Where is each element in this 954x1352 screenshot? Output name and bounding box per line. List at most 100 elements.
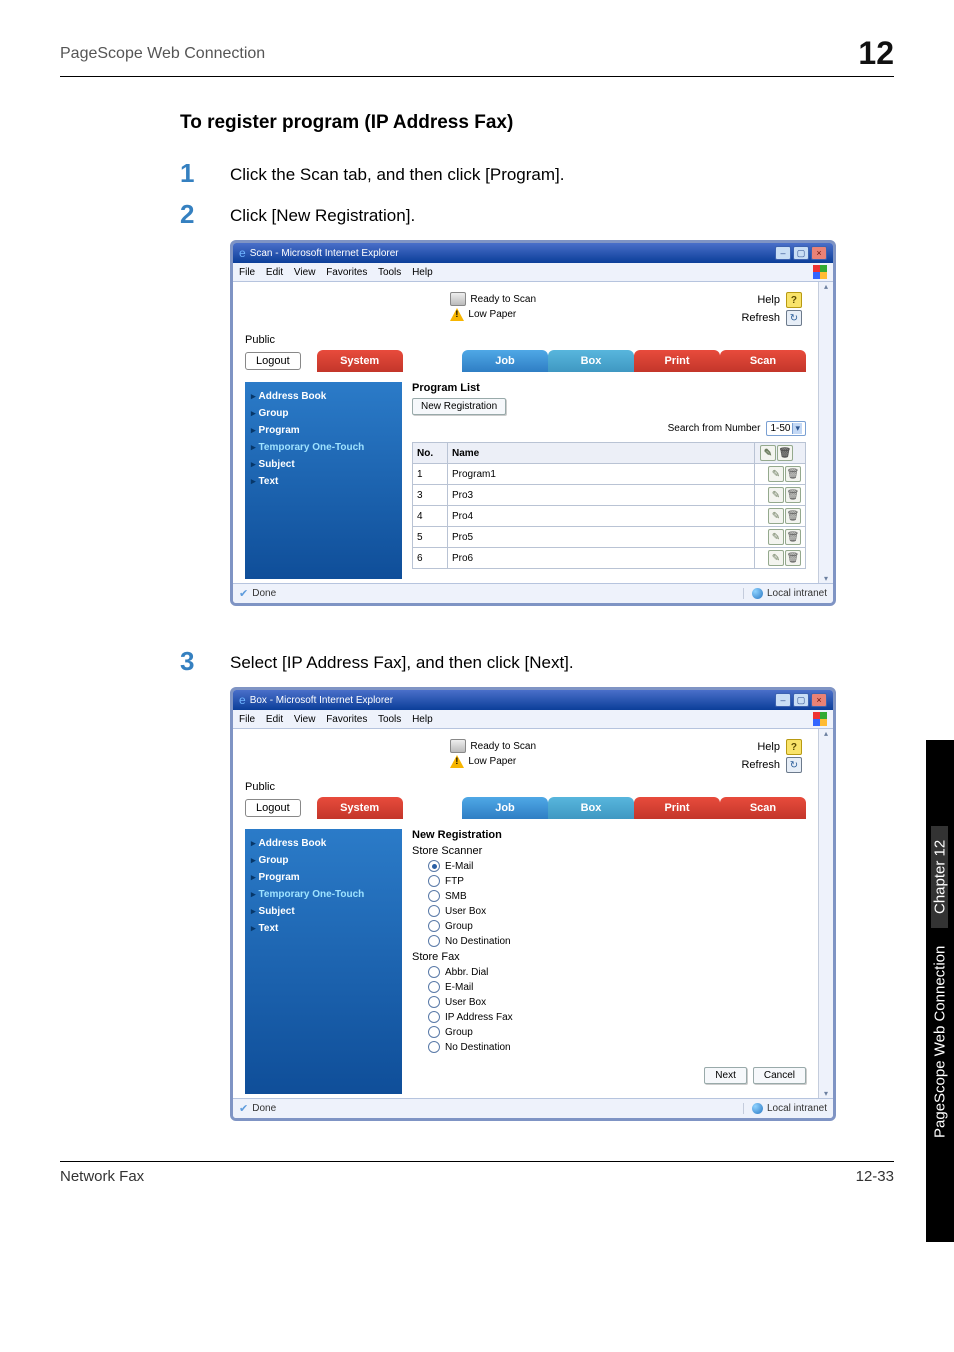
sidebar-item-subject[interactable]: Subject (251, 456, 396, 473)
section-title: To register program (IP Address Fax) (180, 112, 894, 134)
radio-icon (428, 1011, 440, 1023)
refresh-button[interactable]: ↻ (786, 757, 802, 773)
delete-icon[interactable]: 🗑 (785, 550, 801, 566)
menu-edit[interactable]: Edit (266, 714, 283, 725)
edit-icon[interactable]: ✎ (768, 529, 784, 545)
sidebar-item-group[interactable]: Group (251, 852, 396, 869)
menu-view[interactable]: View (294, 267, 316, 278)
sidebar-item-address-book[interactable]: Address Book (251, 835, 396, 852)
table-row: 6Pro6✎🗑 (413, 548, 806, 569)
footer-left: Network Fax (60, 1168, 144, 1185)
radio-ip-address-fax[interactable]: IP Address Fax (428, 1011, 806, 1023)
radio-userbox[interactable]: User Box (428, 905, 806, 917)
refresh-button[interactable]: ↻ (786, 310, 802, 326)
menu-tools[interactable]: Tools (378, 714, 401, 725)
menu-help[interactable]: Help (412, 714, 433, 725)
search-range-select[interactable]: 1-50 ▾ (766, 421, 806, 436)
step-1-number: 1 (180, 158, 230, 189)
scroll-down-icon: ▾ (824, 1089, 828, 1098)
step-1-text: Click the Scan tab, and then click [Prog… (230, 158, 565, 185)
menu-favorites[interactable]: Favorites (326, 714, 367, 725)
tab-box[interactable]: Box (548, 797, 634, 819)
status-low-paper: Low Paper (468, 309, 516, 320)
menu-view[interactable]: View (294, 714, 316, 725)
logout-button[interactable]: Logout (245, 799, 301, 817)
edit-icon[interactable]: ✎ (768, 487, 784, 503)
close-button[interactable]: × (811, 246, 827, 260)
sidebar-item-temporary-one-touch[interactable]: Temporary One-Touch (251, 886, 396, 903)
menu-favorites[interactable]: Favorites (326, 267, 367, 278)
tab-scan[interactable]: Scan (720, 797, 806, 819)
menu-file[interactable]: File (239, 714, 255, 725)
ie-icon: e (239, 693, 246, 707)
radio-icon (428, 875, 440, 887)
table-row: 5Pro5✎🗑 (413, 527, 806, 548)
radio-fax-userbox[interactable]: User Box (428, 996, 806, 1008)
radio-icon (428, 920, 440, 932)
table-row: 4Pro4✎🗑 (413, 506, 806, 527)
radio-fax-email[interactable]: E-Mail (428, 981, 806, 993)
edit-icon[interactable]: ✎ (768, 466, 784, 482)
radio-smb[interactable]: SMB (428, 890, 806, 902)
menu-edit[interactable]: Edit (266, 267, 283, 278)
new-registration-button[interactable]: New Registration (412, 398, 506, 415)
cancel-button[interactable]: Cancel (753, 1067, 806, 1084)
sidebar-item-program[interactable]: Program (251, 422, 396, 439)
warning-icon (450, 308, 464, 321)
delete-icon[interactable]: 🗑 (785, 466, 801, 482)
col-no: No. (413, 443, 448, 464)
minimize-button[interactable]: – (775, 693, 791, 707)
logout-button[interactable]: Logout (245, 352, 301, 370)
tab-print[interactable]: Print (634, 797, 720, 819)
maximize-button[interactable]: ▢ (793, 246, 809, 260)
sidebar-item-text[interactable]: Text (251, 473, 396, 490)
help-button[interactable]: ? (786, 739, 802, 755)
radio-email[interactable]: E-Mail (428, 860, 806, 872)
edit-icon[interactable]: ✎ (768, 550, 784, 566)
menu-file[interactable]: File (239, 267, 255, 278)
menu-tools[interactable]: Tools (378, 267, 401, 278)
tab-scan[interactable]: Scan (720, 350, 806, 372)
scrollbar[interactable]: ▴ ▾ (818, 729, 833, 1098)
sidebar-item-address-book[interactable]: Address Book (251, 388, 396, 405)
tab-print[interactable]: Print (634, 350, 720, 372)
menu-help[interactable]: Help (412, 267, 433, 278)
delete-icon[interactable]: 🗑 (777, 445, 793, 461)
sidebar-item-subject[interactable]: Subject (251, 903, 396, 920)
tab-job[interactable]: Job (462, 350, 548, 372)
scroll-down-icon: ▾ (824, 574, 828, 583)
tab-job[interactable]: Job (462, 797, 548, 819)
radio-abbr-dial[interactable]: Abbr. Dial (428, 966, 806, 978)
radio-ftp[interactable]: FTP (428, 875, 806, 887)
sidebar: Address Book Group Program Temporary One… (245, 382, 402, 579)
close-button[interactable]: × (811, 693, 827, 707)
statusbar-zone: Local intranet (767, 1103, 827, 1114)
header-left: PageScope Web Connection (60, 45, 265, 63)
next-button[interactable]: Next (704, 1067, 747, 1084)
scrollbar[interactable]: ▴ ▾ (818, 282, 833, 583)
sidebar-item-group[interactable]: Group (251, 405, 396, 422)
maximize-button[interactable]: ▢ (793, 693, 809, 707)
sidebar-item-temporary-one-touch[interactable]: Temporary One-Touch (251, 439, 396, 456)
radio-group[interactable]: Group (428, 920, 806, 932)
help-button[interactable]: ? (786, 292, 802, 308)
warning-icon (450, 755, 464, 768)
radio-fax-no-destination[interactable]: No Destination (428, 1041, 806, 1053)
tab-box[interactable]: Box (548, 350, 634, 372)
edit-icon[interactable]: ✎ (760, 445, 776, 461)
sidebar-item-text[interactable]: Text (251, 920, 396, 937)
tab-system[interactable]: System (317, 797, 403, 819)
delete-icon[interactable]: 🗑 (785, 508, 801, 524)
program-table: No. Name ✎🗑 1Program1✎🗑 3Pro3✎🗑 4Pro4✎🗑 (412, 442, 806, 569)
globe-icon (752, 1103, 763, 1114)
radio-fax-group[interactable]: Group (428, 1026, 806, 1038)
public-label: Public (245, 781, 806, 793)
public-label: Public (245, 334, 806, 346)
sidebar-item-program[interactable]: Program (251, 869, 396, 886)
delete-icon[interactable]: 🗑 (785, 529, 801, 545)
tab-system[interactable]: System (317, 350, 403, 372)
delete-icon[interactable]: 🗑 (785, 487, 801, 503)
edit-icon[interactable]: ✎ (768, 508, 784, 524)
minimize-button[interactable]: – (775, 246, 791, 260)
radio-no-destination[interactable]: No Destination (428, 935, 806, 947)
